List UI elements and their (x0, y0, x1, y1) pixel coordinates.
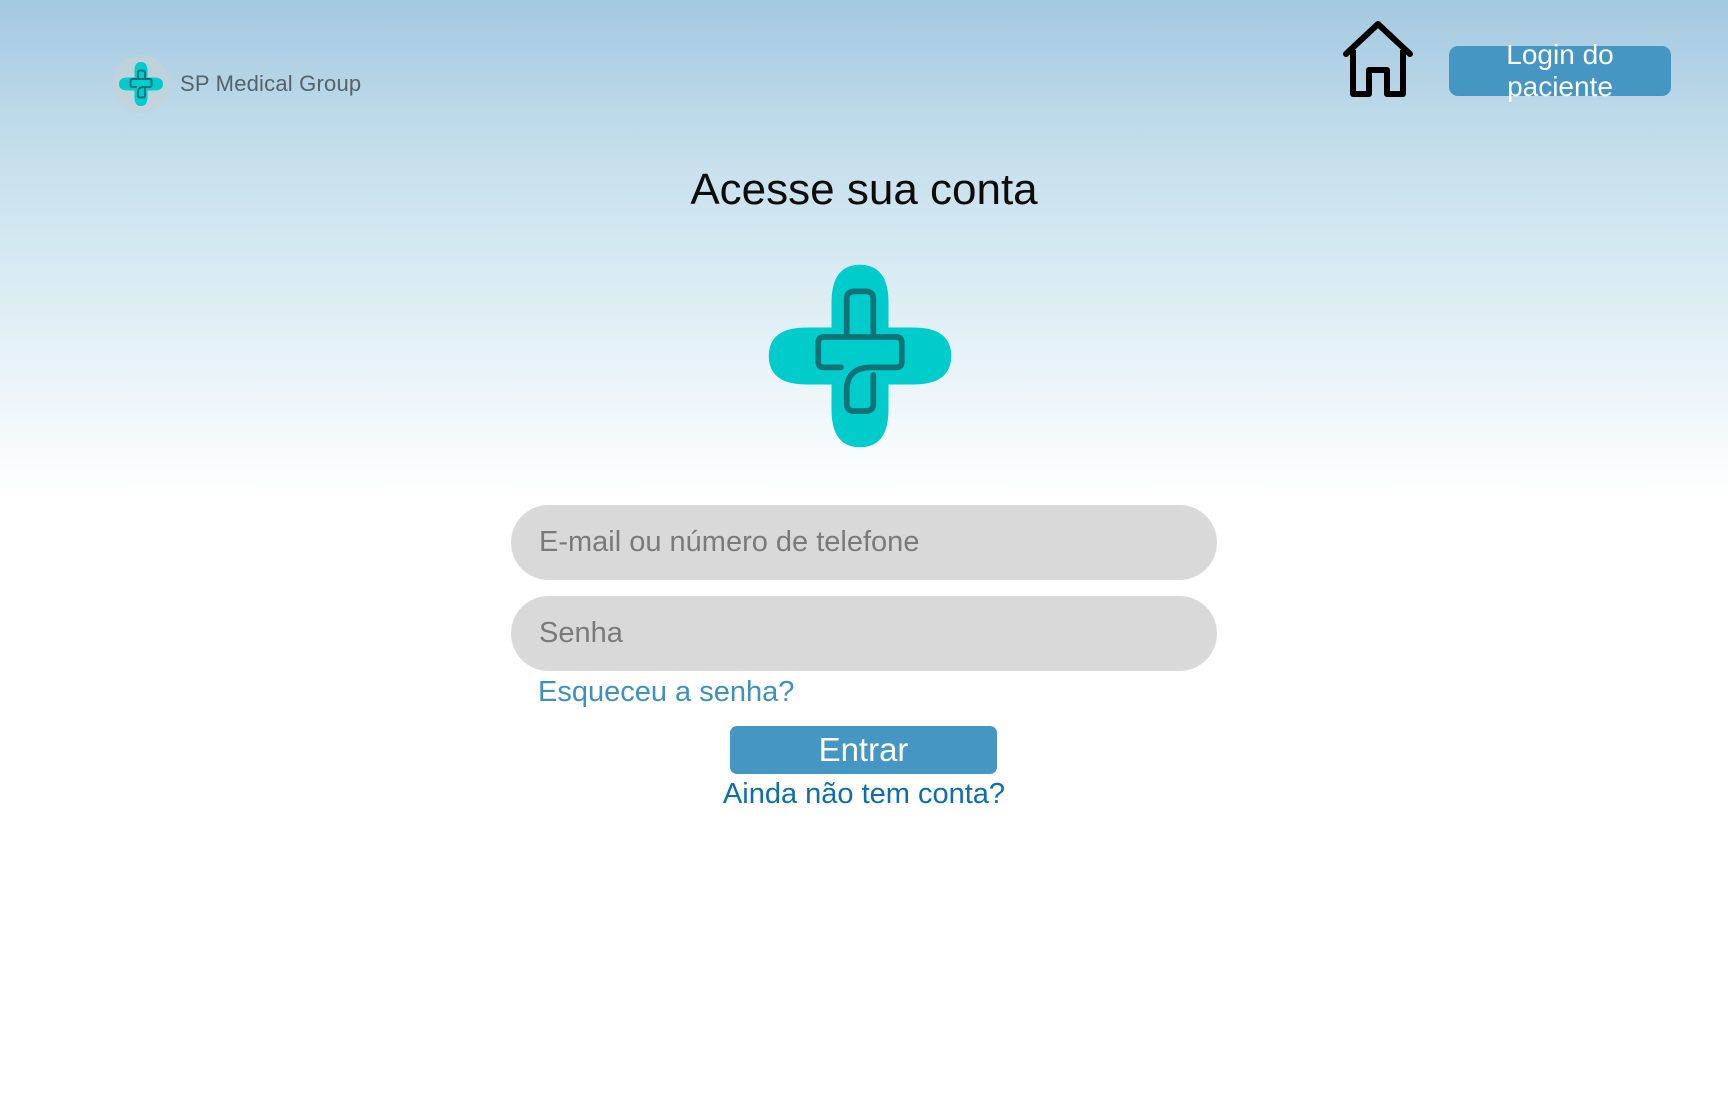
brand-logo-icon (112, 55, 170, 113)
forgot-password-link[interactable]: Esqueceu a senha? (538, 676, 794, 709)
signup-link[interactable]: Ainda não tem conta? (0, 778, 1728, 811)
login-submit-button[interactable]: Entrar (730, 726, 997, 774)
password-field[interactable] (511, 596, 1217, 671)
medical-cross-icon (765, 261, 955, 451)
page-title: Acesse sua conta (690, 165, 1038, 214)
home-icon[interactable] (1340, 20, 1416, 98)
patient-login-button[interactable]: Login do paciente (1449, 39, 1671, 102)
email-field[interactable] (511, 505, 1217, 580)
brand[interactable]: SP Medical Group (112, 55, 361, 113)
brand-name: SP Medical Group (180, 71, 362, 96)
